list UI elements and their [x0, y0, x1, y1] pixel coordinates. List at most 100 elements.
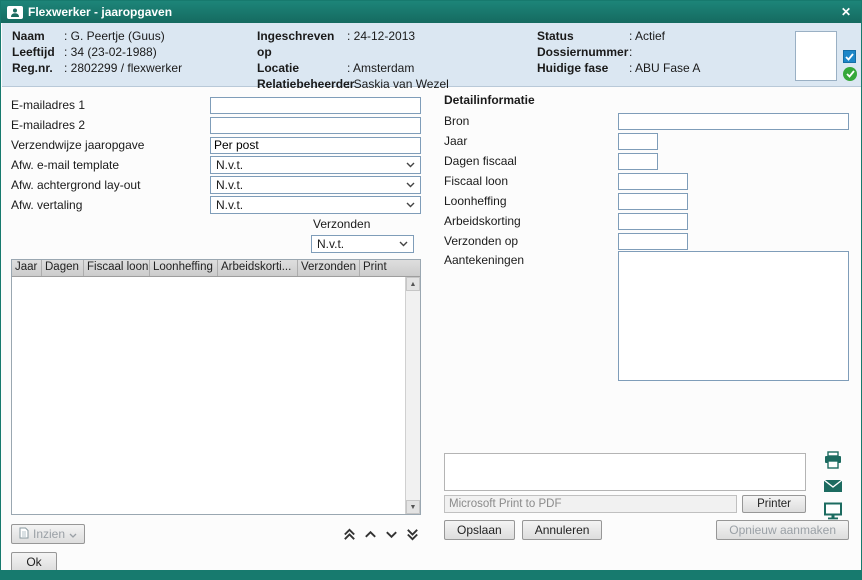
printer-select-button[interactable]: Printer: [742, 495, 806, 513]
verzonden-op-label: Verzonden op: [444, 234, 618, 248]
dagen-fiscaal-input[interactable]: [618, 153, 658, 170]
verzonden-label: Verzonden: [313, 217, 370, 235]
fiscaal-loon-label: Fiscaal loon: [444, 174, 618, 188]
opnieuw-aanmaken-button[interactable]: Opnieuw aanmaken: [716, 520, 849, 540]
actions-row: Opslaan Annuleren Opnieuw aanmaken: [444, 520, 849, 540]
leeftijd-label: Leeftijd: [12, 44, 64, 60]
status-ok-icon: [843, 67, 857, 81]
ingeschreven-op-label: Ingeschreven op: [257, 28, 347, 60]
last-row-button[interactable]: [404, 525, 421, 543]
app-icon: [7, 6, 23, 19]
status-value: : Actief: [629, 28, 665, 44]
column-header-jaar[interactable]: Jaar: [12, 260, 42, 276]
bron-label: Bron: [444, 114, 618, 128]
leeftijd-value: : 34 (23-02-1988): [64, 44, 157, 60]
emailadres-1-input[interactable]: [210, 97, 421, 114]
verzendwijze-input[interactable]: [210, 137, 421, 154]
status-strip: [1, 570, 861, 579]
status-label: Status: [537, 28, 629, 44]
fiscaal-loon-input[interactable]: [618, 173, 688, 190]
aantekeningen-textarea[interactable]: [618, 251, 849, 381]
chevron-down-icon: [406, 162, 415, 168]
regnr-label: Reg.nr.: [12, 60, 64, 76]
column-header-fiscaal-loon[interactable]: Fiscaal loon: [84, 260, 150, 276]
document-icon: [19, 527, 29, 542]
loonheffing-input[interactable]: [618, 193, 688, 210]
close-icon[interactable]: ✕: [837, 5, 855, 19]
relatiebeheerder-label: Relatiebeheerder: [257, 76, 347, 92]
verzonden-filter-select[interactable]: N.v.t.: [311, 235, 414, 253]
afw-email-template-value: N.v.t.: [216, 158, 243, 172]
afw-vertaling-label: Afw. vertaling: [11, 198, 210, 212]
dagen-fiscaal-label: Dagen fiscaal: [444, 154, 618, 168]
ok-button[interactable]: Ok: [11, 552, 57, 572]
afw-achtergrond-layout-label: Afw. achtergrond lay-out: [11, 178, 210, 192]
column-header-arbeidskorting[interactable]: Arbeidskorti...: [218, 260, 298, 276]
huidige-fase-label: Huidige fase: [537, 60, 629, 76]
naam-value: : G. Peertje (Guus): [64, 28, 165, 44]
selected-checkbox[interactable]: [843, 50, 856, 63]
aantekeningen-label: Aantekeningen: [444, 251, 618, 267]
row-navigation: [341, 525, 421, 543]
left-form: E-mailadres 1 E-mailadres 2 Verzendwijze…: [11, 95, 421, 572]
previous-row-button[interactable]: [362, 525, 379, 543]
afw-vertaling-value: N.v.t.: [216, 198, 243, 212]
photo-placeholder: [795, 31, 837, 81]
afw-email-template-label: Afw. e-mail template: [11, 158, 210, 172]
jaar-label: Jaar: [444, 134, 618, 148]
chevron-down-icon: [399, 241, 408, 247]
emailadres-1-label: E-mailadres 1: [11, 98, 210, 112]
verzonden-filter-value: N.v.t.: [317, 237, 344, 251]
emailadres-2-input[interactable]: [210, 117, 421, 134]
dossiernummer-value: :: [629, 44, 632, 60]
chevron-down-icon: [406, 182, 415, 188]
print-section: Printer: [444, 451, 849, 517]
regnr-value: : 2802299 / flexwerker: [64, 60, 182, 76]
titlebar: Flexwerker - jaaropgaven ✕: [1, 1, 861, 23]
flexworker-info-header: Naam: G. Peertje (Guus) Leeftijd: 34 (23…: [2, 23, 861, 87]
email-button[interactable]: [822, 476, 844, 498]
opslaan-button[interactable]: Opslaan: [444, 520, 515, 540]
inzien-label: Inzien: [33, 527, 65, 541]
locatie-label: Locatie: [257, 60, 347, 76]
jaar-input[interactable]: [618, 133, 658, 150]
inzien-button[interactable]: Inzien: [11, 524, 85, 544]
first-row-button[interactable]: [341, 525, 358, 543]
chevron-down-icon: [406, 202, 415, 208]
printer-name-field[interactable]: [444, 495, 737, 513]
print-button[interactable]: [822, 451, 844, 473]
afw-vertaling-select[interactable]: N.v.t.: [210, 196, 421, 214]
emailadres-2-label: E-mailadres 2: [11, 118, 210, 132]
ingeschreven-op-value: : 24-12-2013: [347, 28, 415, 60]
verzonden-op-input[interactable]: [618, 233, 688, 250]
afw-email-template-select[interactable]: N.v.t.: [210, 156, 421, 174]
printer-icon: [823, 451, 843, 473]
column-header-loonheffing[interactable]: Loonheffing: [150, 260, 218, 276]
window-title: Flexwerker - jaaropgaven: [28, 5, 172, 19]
loonheffing-label: Loonheffing: [444, 194, 618, 208]
annuleren-button[interactable]: Annuleren: [522, 520, 603, 540]
scrollbar-down-icon[interactable]: ▼: [406, 500, 420, 514]
scrollbar-up-icon[interactable]: ▲: [406, 277, 420, 291]
arbeidskorting-label: Arbeidskorting: [444, 214, 618, 228]
naam-label: Naam: [12, 28, 64, 44]
column-header-print[interactable]: Print: [360, 260, 420, 276]
detail-panel: Detailinformatie Bron Jaar Dagen fiscaal…: [444, 93, 849, 381]
huidige-fase-value: : ABU Fase A: [629, 60, 700, 76]
jaaropgaven-table: Jaar Dagen Fiscaal loon Loonheffing Arbe…: [11, 259, 421, 515]
chevron-down-icon: [69, 527, 77, 541]
table-scrollbar[interactable]: ▲ ▼: [405, 277, 420, 514]
bron-input[interactable]: [618, 113, 849, 130]
next-row-button[interactable]: [383, 525, 400, 543]
column-header-dagen[interactable]: Dagen: [42, 260, 84, 276]
flexwerker-jaaropgaven-window: Flexwerker - jaaropgaven ✕ Naam: G. Peer…: [0, 0, 862, 580]
detail-title: Detailinformatie: [444, 93, 849, 111]
relatiebeheerder-value: : Saskia van Wezel: [347, 76, 449, 92]
arbeidskorting-input[interactable]: [618, 213, 688, 230]
afw-achtergrond-layout-select[interactable]: N.v.t.: [210, 176, 421, 194]
afw-achtergrond-layout-value: N.v.t.: [216, 178, 243, 192]
locatie-value: : Amsterdam: [347, 60, 414, 76]
verzendwijze-label: Verzendwijze jaaropgave: [11, 138, 210, 152]
column-header-verzonden[interactable]: Verzonden: [298, 260, 360, 276]
dossiernummer-label: Dossiernummer: [537, 44, 629, 60]
